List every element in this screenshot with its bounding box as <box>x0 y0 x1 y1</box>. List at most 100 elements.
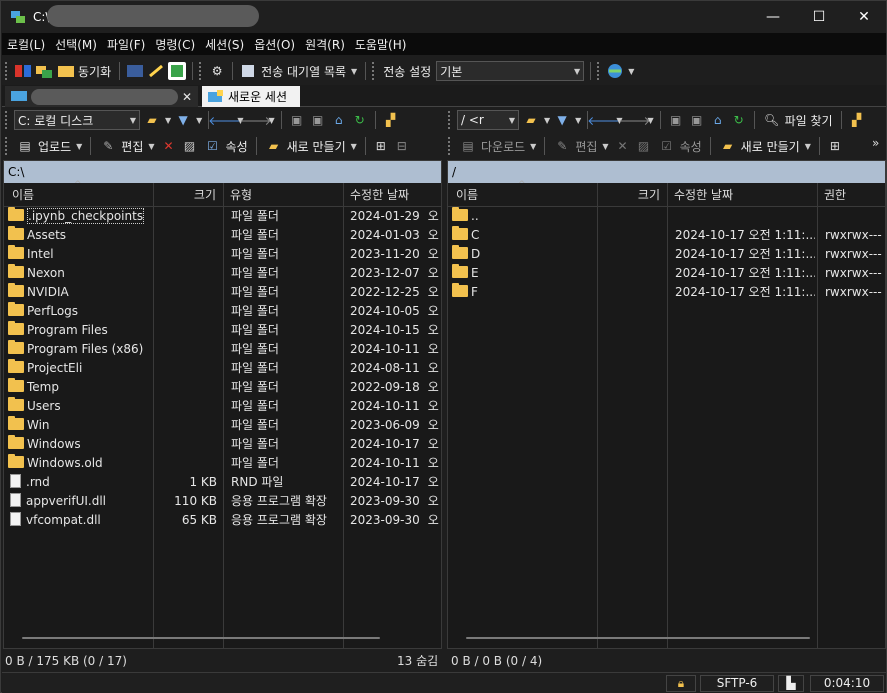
menu-remote[interactable]: 원격(R) <box>300 36 350 53</box>
deselect-icon[interactable]: ⊟ <box>393 137 411 155</box>
console-icon[interactable] <box>126 62 144 80</box>
table-row[interactable]: Program Files (x86) 파일 폴더 2024-10-11 오 <box>4 340 441 359</box>
terminal-icon[interactable] <box>147 62 165 80</box>
parent-dir-icon[interactable]: ▣ <box>288 111 306 129</box>
col-modified[interactable]: 수정한 날짜 <box>344 183 415 207</box>
table-row[interactable]: Windows 파일 폴더 2024-10-17 오 <box>4 435 441 454</box>
local-status-hidden[interactable]: 13 숨김 <box>397 651 438 671</box>
refresh-icon[interactable]: ↻ <box>730 111 748 129</box>
menu-options[interactable]: 옵션(O) <box>249 36 300 53</box>
local-properties-button[interactable]: ☑ 속성 <box>202 137 250 155</box>
col-permissions[interactable]: 권한 <box>818 183 852 207</box>
root-dir-icon[interactable]: ▣ <box>309 111 327 129</box>
menu-local[interactable]: 로컬(L) <box>2 36 50 53</box>
local-edit-button[interactable]: ✎ 편집 ▼ <box>97 137 156 155</box>
table-row[interactable]: Program Files 파일 폴더 2024-10-15 오 <box>4 321 441 340</box>
transfer-preset-select[interactable]: 기본 ▼ <box>436 61 585 81</box>
col-size[interactable]: 크기 <box>154 183 222 207</box>
col-modified[interactable]: 수정한 날짜 <box>668 183 739 207</box>
compare-dirs-icon[interactable] <box>14 62 32 80</box>
rename-icon[interactable]: ▨ <box>635 137 653 155</box>
download-button[interactable]: ▤ 다운로드 ▼ <box>457 137 538 155</box>
table-row[interactable]: .ipynb_checkpoints 파일 폴더 2024-01-29 오 <box>4 207 441 226</box>
home-icon[interactable]: ⌂ <box>330 111 348 129</box>
bookmark-icon[interactable]: ▞ <box>848 111 866 129</box>
table-row[interactable]: Windows.old 파일 폴더 2024-10-11 오 <box>4 454 441 473</box>
local-horizontal-scrollbar[interactable] <box>22 637 380 639</box>
upload-button[interactable]: ▤ 업로드 ▼ <box>14 137 84 155</box>
synchronize-button[interactable]: 동기화 <box>56 63 113 80</box>
back-arrow-icon[interactable]: 🡐 <box>208 111 240 129</box>
open-folder-icon[interactable]: ▰ <box>522 111 540 129</box>
new-folder-icon: ▰ <box>723 139 733 153</box>
remote-properties-button[interactable]: ☑ 속성 <box>656 137 704 155</box>
table-row[interactable]: appverifUI.dll 110 KB 응용 프로그램 확장 2023-09-30… <box>4 492 441 511</box>
globe-icon[interactable] <box>606 62 624 80</box>
refresh-queue-icon[interactable] <box>168 62 187 80</box>
refresh-icon[interactable]: ↻ <box>351 111 369 129</box>
table-row[interactable]: vfcompat.dll 65 KB 응용 프로그램 확장 2023-09-30 오 <box>4 511 441 530</box>
table-row[interactable]: F 2024-10-17 오전 1:11:... rwxrwx--- <box>448 283 885 302</box>
home-icon[interactable]: ⌂ <box>709 111 727 129</box>
delete-icon[interactable]: ✕ <box>614 137 632 155</box>
menu-file[interactable]: 파일(F) <box>102 36 150 53</box>
remote-new-button[interactable]: ▰ 새로 만들기 ▼ <box>717 137 813 155</box>
col-type[interactable]: 유형 <box>224 183 258 207</box>
menu-session[interactable]: 세션(S) <box>200 36 249 53</box>
local-drive-select[interactable]: C: 로컬 디스크 ▼ <box>14 110 140 130</box>
back-arrow-icon[interactable]: 🡐 <box>587 111 619 129</box>
maximize-button[interactable]: ☐ <box>796 1 842 33</box>
minimize-button[interactable]: — <box>750 1 796 33</box>
col-name[interactable]: 이름 <box>450 183 484 207</box>
menu-command[interactable]: 명령(C) <box>150 36 200 53</box>
bookmark-icon[interactable]: ▞ <box>382 111 400 129</box>
local-new-button[interactable]: ▰ 새로 만들기 ▼ <box>263 137 359 155</box>
table-row[interactable]: Nexon 파일 폴더 2023-12-07 오 <box>4 264 441 283</box>
remote-path-bar[interactable]: / <box>448 161 885 183</box>
name-cell: C <box>452 226 596 245</box>
table-row[interactable]: D 2024-10-17 오전 1:11:... rwxrwx--- <box>448 245 885 264</box>
table-row[interactable]: .. <box>448 207 885 226</box>
filter-icon[interactable]: ▼ <box>553 111 571 129</box>
table-row[interactable]: ProjectEli 파일 폴더 2024-08-11 오 <box>4 359 441 378</box>
select-all-icon[interactable]: ⊞ <box>826 137 844 155</box>
delete-icon[interactable]: ✕ <box>160 137 178 155</box>
col-size[interactable]: 크기 <box>598 183 666 207</box>
table-row[interactable]: Win 파일 폴더 2023-06-09 오 <box>4 416 441 435</box>
sync-browse-icon[interactable] <box>35 62 53 80</box>
select-all-icon[interactable]: ⊞ <box>372 137 390 155</box>
menu-select[interactable]: 선택(M) <box>50 36 102 53</box>
remote-path-select[interactable]: / <r ▼ <box>457 110 519 130</box>
parent-dir-icon[interactable]: ▣ <box>667 111 685 129</box>
find-files-button[interactable]: 🔍︎ 파일 찾기 <box>761 111 835 129</box>
close-button[interactable]: ✕ <box>841 1 887 33</box>
forward-arrow-icon[interactable]: 🡒 <box>239 111 271 129</box>
close-tab-icon[interactable]: ✕ <box>182 90 192 104</box>
remote-edit-button[interactable]: ✎ 편집 ▼ <box>551 137 610 155</box>
col-name[interactable]: 이름 <box>6 183 40 207</box>
table-row[interactable]: NVIDIA 파일 폴더 2022-12-25 오 <box>4 283 441 302</box>
local-path-bar[interactable]: C:\ <box>4 161 441 183</box>
table-row[interactable]: Intel 파일 폴더 2023-11-20 오 <box>4 245 441 264</box>
open-folder-icon[interactable]: ▰ <box>143 111 161 129</box>
root-dir-icon[interactable]: ▣ <box>688 111 706 129</box>
filter-icon[interactable]: ▼ <box>174 111 192 129</box>
table-row[interactable]: Assets 파일 폴더 2024-01-03 오 <box>4 226 441 245</box>
forward-arrow-icon[interactable]: 🡒 <box>618 111 650 129</box>
tab-new-session[interactable]: 새로운 세션 <box>202 86 300 107</box>
table-row[interactable]: PerfLogs 파일 폴더 2024-10-05 오 <box>4 302 441 321</box>
remote-horizontal-scrollbar[interactable] <box>466 637 810 639</box>
size-cell <box>154 378 217 397</box>
table-row[interactable]: E 2024-10-17 오전 1:11:... rwxrwx--- <box>448 264 885 283</box>
menu-help[interactable]: 도움말(H) <box>350 36 412 53</box>
table-row[interactable]: Temp 파일 폴더 2022-09-18 오 <box>4 378 441 397</box>
queue-list-button[interactable]: 전송 대기열 목록 ▼ <box>239 63 359 80</box>
table-row[interactable]: C 2024-10-17 오전 1:11:... rwxrwx--- <box>448 226 885 245</box>
rename-icon[interactable]: ▨ <box>181 137 199 155</box>
table-row[interactable]: .rnd 1 KB RND 파일 2024-10-17 오 <box>4 473 441 492</box>
toolbar-overflow-icon[interactable]: » <box>872 136 879 150</box>
tab-current-session[interactable]: ✕ <box>5 86 198 107</box>
gear-icon[interactable]: ⚙ <box>208 62 226 80</box>
table-row[interactable]: Users 파일 폴더 2024-10-11 오 <box>4 397 441 416</box>
chevron-down-icon: ▼ <box>129 115 136 125</box>
